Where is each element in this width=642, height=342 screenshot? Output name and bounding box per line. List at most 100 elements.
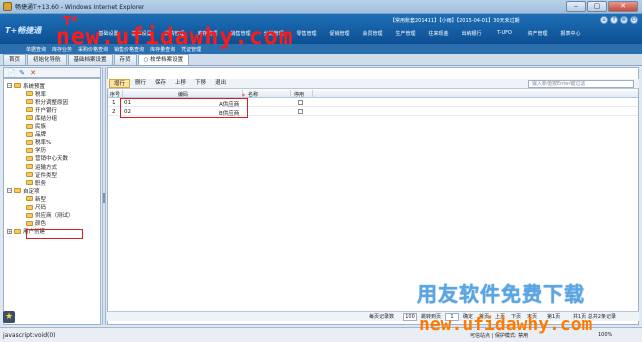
menu-item[interactable]: 出纳银行 <box>455 30 488 37</box>
menu-item[interactable]: 促销管理 <box>323 30 356 37</box>
tab-home[interactable]: 首页 <box>3 54 27 65</box>
menu-item[interactable]: 会员管理 <box>356 30 389 37</box>
folder-icon <box>26 180 33 186</box>
row-seq: 1 <box>112 100 116 106</box>
watermark-bottom-title: 用友软件免费下载 <box>417 282 585 306</box>
category-tree: − 系统预置 税率 积分调整原因 开户银行 库结分组民族品牌 税率% 学历 营销中心天数 运输方式… <box>3 78 101 325</box>
tab-enum-archive[interactable]: ○ 枚举档案设置 <box>137 54 190 65</box>
filter-input[interactable]: 输入新值按Enter键过滤 <box>528 80 634 88</box>
delete-icon[interactable]: ✕ <box>29 69 37 77</box>
move-down-button[interactable]: 下移 <box>191 79 210 88</box>
disabled-checkbox[interactable] <box>298 100 303 105</box>
menu-item[interactable]: 报表中心 <box>554 30 587 37</box>
collapse-icon[interactable]: − <box>7 188 12 194</box>
settings-icon[interactable]: ⚙ <box>620 16 628 24</box>
app-icon <box>3 2 12 11</box>
tree-node[interactable]: 证件类型 <box>26 171 58 179</box>
folder-icon <box>26 196 33 202</box>
close-button[interactable]: ✕ <box>608 1 638 12</box>
tree-node[interactable]: 颜色 <box>26 220 46 227</box>
delete-row-button[interactable]: 删行 <box>131 79 150 88</box>
watermark-bottom-url: new.ufidawhy.com <box>419 314 593 335</box>
home-icon[interactable]: ⌂ <box>600 16 608 24</box>
folder-icon <box>26 99 33 105</box>
tree-node[interactable]: 开户银行 <box>26 106 57 114</box>
tree-node-label: 民族 <box>35 124 47 130</box>
help-icon[interactable]: ? <box>610 16 618 24</box>
tree-node[interactable]: 库结分组 <box>26 114 58 122</box>
menu-item[interactable]: T-UFO <box>488 30 521 37</box>
folder-icon <box>14 188 21 194</box>
save-button[interactable]: 保存 <box>151 79 170 88</box>
star-icon[interactable]: ★ <box>3 311 15 323</box>
tree-node[interactable]: 职务 <box>26 179 47 187</box>
rows-highlight <box>120 98 248 118</box>
folder-icon <box>26 131 33 137</box>
tree-node-label: 库结分组 <box>35 115 58 122</box>
tree-node-label: 税率% <box>35 140 52 147</box>
maximize-button[interactable]: ▢ <box>587 1 607 12</box>
splitter[interactable] <box>102 67 106 325</box>
tree-node-label: 品牌 <box>35 132 47 139</box>
per-page-label: 每页记录数 <box>369 314 395 320</box>
exit-button[interactable]: 退出 <box>211 79 230 88</box>
tree-node[interactable]: 民族 <box>26 123 46 130</box>
tree-node[interactable]: − 系统预置 <box>7 82 46 90</box>
menu-item[interactable]: 零售管理 <box>290 30 323 37</box>
header-code: 编码 <box>178 92 189 98</box>
tree-node-label: 尺码 <box>35 205 47 211</box>
account-info: 【常用账套201411】【小雨】【2015-04-01】30天未过期 <box>390 18 520 24</box>
logout-icon[interactable]: ⏻ <box>630 16 638 24</box>
tree-node[interactable]: 营销中心天数 <box>26 155 68 162</box>
tree-node-label: 证件类型 <box>35 172 58 179</box>
folder-icon <box>26 147 33 153</box>
move-up-button[interactable]: 上移 <box>171 79 190 88</box>
tree-node[interactable]: 税率% <box>26 139 51 146</box>
watermark-top: new.ufidawhy.com <box>56 24 294 50</box>
per-page-input[interactable]: 100 <box>403 313 417 321</box>
tab-basic-archive[interactable]: 基础档案设置 <box>67 54 113 65</box>
tree-node-label: 供应商（测试） <box>35 213 74 220</box>
collapse-icon[interactable]: − <box>7 83 12 88</box>
tree-node[interactable]: 税率 <box>26 90 46 98</box>
app-logo: T+畅捷通 <box>5 26 42 35</box>
tree-node[interactable]: 积分调整原因 <box>26 98 69 106</box>
tab-inventory[interactable]: 存货 <box>113 54 137 65</box>
tree-node-label: 颜色 <box>35 221 47 228</box>
window-controls: – ▢ ✕ <box>566 1 638 12</box>
tree-node[interactable]: 供应商（测试） <box>26 212 74 219</box>
tab-bar: 首页 初始化导航 基础档案设置 存货 ○ 枚举档案设置 <box>0 54 642 66</box>
tree-node[interactable]: 新型 <box>26 195 47 203</box>
tab-init-guide[interactable]: 初始化导航 <box>27 54 67 65</box>
tree-node[interactable]: 尺码 <box>26 204 46 211</box>
folder-icon <box>26 115 33 121</box>
tree-node-label: 系统预置 <box>23 83 46 90</box>
splitter-grip[interactable] <box>103 193 105 203</box>
tree-node[interactable]: 运输方式 <box>26 163 58 171</box>
header-disabled: 停用 <box>294 92 305 98</box>
menu-item[interactable]: 生产管理 <box>389 30 422 37</box>
banner-icons: ⌂ ? ⚙ ⏻ <box>600 16 638 24</box>
tree-node-label: 职务 <box>35 180 47 187</box>
disabled-checkbox[interactable] <box>298 109 303 114</box>
tree-node[interactable]: 品牌 <box>26 131 46 138</box>
folder-icon <box>26 172 33 178</box>
new-icon[interactable]: 📄 <box>7 69 16 77</box>
menu-item[interactable]: 资产管理 <box>521 30 554 37</box>
header-name: 名称 <box>248 92 259 98</box>
quick-link[interactable]: 单据查询 <box>26 46 46 53</box>
tree-node-label: 运输方式 <box>35 164 58 171</box>
tree-node[interactable]: 学历 <box>26 147 46 154</box>
menu-item[interactable]: 往来现金 <box>422 30 455 37</box>
tree-node-label: 积分调整原因 <box>35 99 69 106</box>
minimize-button[interactable]: – <box>566 1 586 12</box>
window-title: 畅捷通T+13.60 - Windows Internet Explorer <box>15 4 145 11</box>
expand-icon[interactable]: + <box>7 228 12 234</box>
folder-icon <box>26 212 33 218</box>
tree-node[interactable]: − 自定项 <box>7 187 40 195</box>
tree-node-label: 新型 <box>35 196 47 203</box>
zoom-level[interactable]: 100% <box>598 332 612 338</box>
edit-icon[interactable]: ✎ <box>18 69 26 77</box>
add-row-button[interactable]: 增行 <box>109 79 131 88</box>
folder-icon <box>26 164 33 169</box>
